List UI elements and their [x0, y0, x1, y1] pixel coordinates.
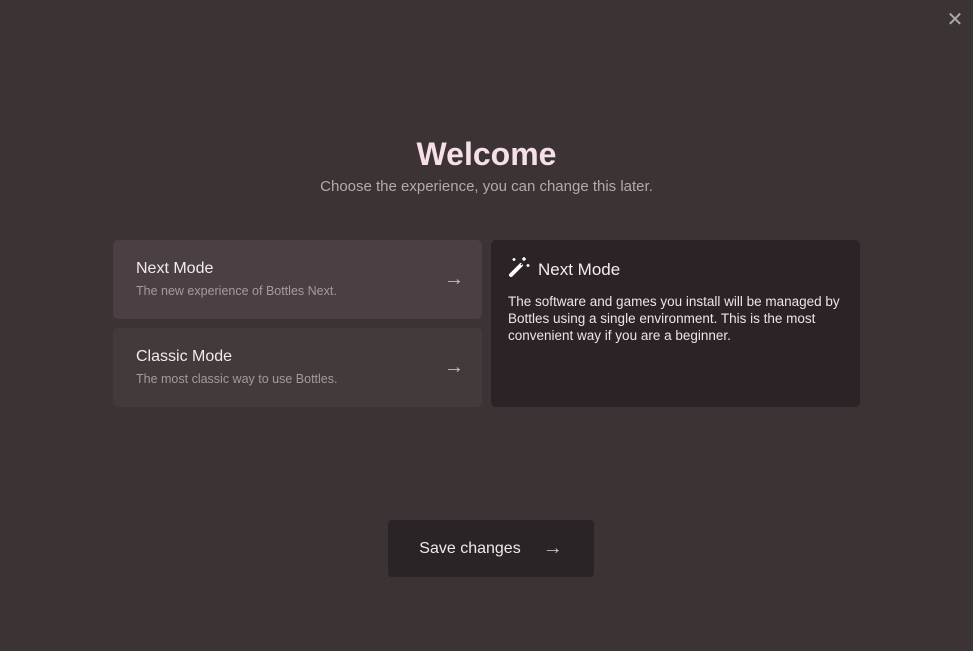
arrow-right-icon: →: [444, 356, 464, 379]
arrow-right-icon: →: [444, 268, 464, 291]
arrow-right-icon: →: [543, 537, 563, 560]
mode-detail-panel: Next Mode The software and games you ins…: [491, 240, 860, 407]
magic-wand-icon: [508, 256, 530, 283]
close-icon: ✕: [947, 9, 964, 31]
detail-title: Next Mode: [538, 260, 620, 280]
detail-description: The software and games you install will …: [508, 293, 843, 344]
close-button[interactable]: ✕: [945, 10, 965, 30]
option-title: Next Mode: [136, 260, 459, 278]
save-label: Save changes: [419, 540, 520, 558]
option-description: The new experience of Bottles Next.: [136, 284, 459, 298]
option-title: Classic Mode: [136, 348, 459, 366]
save-changes-button[interactable]: Save changes →: [388, 520, 594, 577]
option-description: The most classic way to use Bottles.: [136, 372, 459, 386]
option-classic-mode[interactable]: Classic Mode The most classic way to use…: [113, 328, 482, 407]
page-subtitle: Choose the experience, you can change th…: [0, 178, 973, 195]
option-next-mode[interactable]: Next Mode The new experience of Bottles …: [113, 240, 482, 319]
page-title: Welcome: [0, 136, 973, 173]
